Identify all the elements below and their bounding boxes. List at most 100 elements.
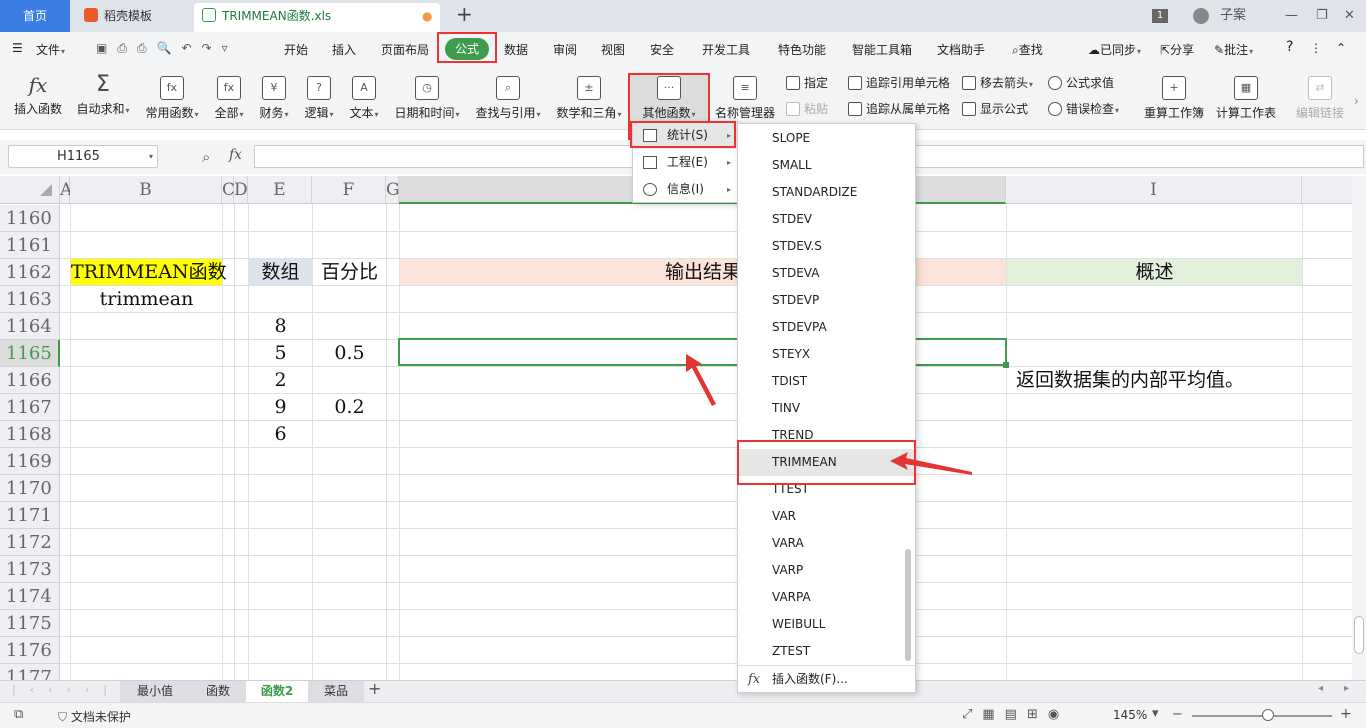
share-button[interactable]: ⇱分享 (1160, 41, 1194, 58)
protect-status[interactable]: ⛉ 文档未保护 (58, 708, 131, 725)
row-header-1165[interactable]: 1165 (0, 340, 60, 367)
zoom-dropdown-icon[interactable]: ▾ (1152, 706, 1159, 721)
menu-formula[interactable]: 公式 (445, 38, 489, 60)
fx-icon[interactable]: fx (229, 147, 242, 163)
vertical-scroll-thumb[interactable] (1354, 616, 1364, 654)
evaluate-formula-button[interactable]: 公式求值 (1048, 74, 1114, 91)
menu-smart-toolbox[interactable]: 智能工具箱 (852, 41, 912, 58)
recalc-workbook-button[interactable]: + 重算工作簿 (1142, 76, 1206, 121)
row-header-1160[interactable]: 1160 (0, 205, 60, 232)
func-stdevpa[interactable]: STDEVPA (738, 314, 915, 341)
zoom-in-icon[interactable]: + (1340, 706, 1352, 722)
func-trend[interactable]: TREND (738, 422, 915, 449)
remove-arrows-button[interactable]: 移去箭头▾ (962, 74, 1033, 91)
row-header-1177[interactable]: 1177 (0, 664, 60, 680)
row-header-1169[interactable]: 1169 (0, 448, 60, 475)
new-tab-plus-icon[interactable]: + (456, 2, 473, 26)
view-mode-icons[interactable]: ⤢▦▤⊞◉ (962, 707, 1069, 722)
func-var[interactable]: VAR (738, 503, 915, 530)
fill-handle[interactable] (1003, 362, 1009, 368)
cell-b1162[interactable]: TRIMMEAN函数 (71, 259, 227, 285)
trace-dependents-button[interactable]: 追踪从属单元格 (848, 100, 950, 117)
math-button[interactable]: ± 数学和三角▾ (554, 76, 624, 121)
menu-file[interactable]: 文件▾ (36, 41, 65, 58)
menu-data[interactable]: 数据 (504, 41, 528, 58)
other-functions-button[interactable]: ··· 其他函数▾ (634, 76, 704, 121)
window-count-badge[interactable]: 1 (1152, 9, 1168, 23)
row-header-1167[interactable]: 1167 (0, 394, 60, 421)
cell-e1168[interactable]: 6 (249, 421, 312, 447)
func-vara[interactable]: VARA (738, 530, 915, 557)
menu-features[interactable]: 特色功能 (778, 41, 826, 58)
autosum-button[interactable]: Σ 自动求和▾ (76, 72, 130, 117)
menu-insert[interactable]: 插入 (332, 41, 356, 58)
func-weibull[interactable]: WEIBULL (738, 611, 915, 638)
func-varp[interactable]: VARP (738, 557, 915, 584)
row-header-1174[interactable]: 1174 (0, 583, 60, 610)
menu-scroll-thumb[interactable] (905, 549, 911, 661)
user-name[interactable]: 子案 (1220, 0, 1246, 32)
menu-page-layout[interactable]: 页面布局 (381, 41, 429, 58)
show-formulas-button[interactable]: 显示公式 (962, 100, 1028, 117)
col-header-e[interactable]: E (248, 176, 312, 204)
insert-function-menu-item[interactable]: fx 插入函数(F)... (738, 666, 915, 693)
row-header-1176[interactable]: 1176 (0, 637, 60, 664)
menu-item-statistics[interactable]: 统计(S) ▸ (633, 122, 737, 149)
sheet-tab-func2[interactable]: 函数2 (246, 681, 308, 702)
func-stdev[interactable]: STDEV (738, 206, 915, 233)
func-tinv[interactable]: TINV (738, 395, 915, 422)
zoom-search-icon[interactable]: ⌕ (202, 148, 210, 166)
vertical-scrollbar[interactable] (1352, 176, 1366, 680)
row-header-1168[interactable]: 1168 (0, 421, 60, 448)
col-header-b[interactable]: B (70, 176, 222, 204)
cell-e1165[interactable]: 5 (249, 340, 312, 366)
more-icon[interactable]: ⋮ (1310, 41, 1322, 55)
minimize-icon[interactable]: — (1285, 0, 1298, 32)
func-slope[interactable]: SLOPE (738, 125, 915, 152)
menu-start[interactable]: 开始 (284, 41, 308, 58)
row-header-1173[interactable]: 1173 (0, 556, 60, 583)
error-check-button[interactable]: 错误检查▾ (1048, 100, 1119, 117)
name-manager-button[interactable]: ≡ 名称管理器 (714, 76, 776, 121)
col-header-f[interactable]: F (312, 176, 386, 204)
func-steyx[interactable]: STEYX (738, 341, 915, 368)
datetime-button[interactable]: ◷ 日期和时间▾ (392, 76, 462, 121)
calc-sheet-button[interactable]: ▦ 计算工作表 (1214, 76, 1278, 121)
menu-developer[interactable]: 开发工具 (702, 41, 750, 58)
sheet-nav-arrows-icon[interactable]: |‹‹››| (12, 683, 121, 696)
hscroll-right-icon[interactable]: ▸ (1344, 683, 1349, 694)
trace-precedents-button[interactable]: 追踪引用单元格 (848, 74, 950, 91)
menu-review[interactable]: 审阅 (553, 41, 577, 58)
common-functions-button[interactable]: fx 常用函数▾ (142, 76, 202, 121)
all-functions-button[interactable]: fx 全部▾ (211, 76, 247, 121)
tab-file-trimmean[interactable]: TRIMMEAN函数.xls ● (194, 3, 440, 32)
func-ttest[interactable]: TTEST (738, 476, 915, 503)
hamburger-icon[interactable]: ☰ (12, 41, 23, 55)
cell-i1166[interactable]: 返回数据集的内部平均值。 (1016, 367, 1244, 393)
col-header-i[interactable]: I (1006, 176, 1302, 204)
tab-home[interactable]: 首页 (0, 0, 70, 32)
name-box[interactable]: H1165 ▾ (8, 145, 158, 168)
func-standardize[interactable]: STANDARDIZE (738, 179, 915, 206)
menu-doc-assistant[interactable]: 文档助手 (937, 41, 985, 58)
cell-e1162[interactable]: 数组 (249, 259, 312, 285)
hscroll-left-icon[interactable]: ◂ (1318, 683, 1323, 694)
avatar[interactable] (1193, 8, 1209, 24)
cell-i1162[interactable]: 概述 (1007, 259, 1302, 285)
sync-button[interactable]: ☁已同步▾ (1088, 41, 1141, 58)
col-header-a[interactable]: A (60, 176, 72, 204)
menu-search[interactable]: ⌕查找 (1012, 41, 1043, 58)
finance-button[interactable]: ¥ 财务▾ (256, 76, 292, 121)
menu-item-engineering[interactable]: 工程(E) ▸ (633, 149, 737, 176)
quick-access-icons[interactable]: ▣⎙⎙🔍↶↷▿ (96, 41, 238, 56)
tab-docer-template[interactable]: 稻壳模板 (76, 3, 190, 32)
lookup-button[interactable]: ⌕ 查找与引用▾ (473, 76, 543, 121)
func-stdevp[interactable]: STDEVP (738, 287, 915, 314)
zoom-out-icon[interactable]: − (1172, 707, 1183, 722)
func-stdev-s[interactable]: STDEV.S (738, 233, 915, 260)
cell-e1164[interactable]: 8 (249, 313, 312, 339)
sheet-tab-func[interactable]: 函数 (190, 681, 246, 702)
row-header-1166[interactable]: 1166 (0, 367, 60, 394)
text-button[interactable]: A 文本▾ (346, 76, 382, 121)
comment-button[interactable]: ✎批注▾ (1214, 41, 1253, 58)
